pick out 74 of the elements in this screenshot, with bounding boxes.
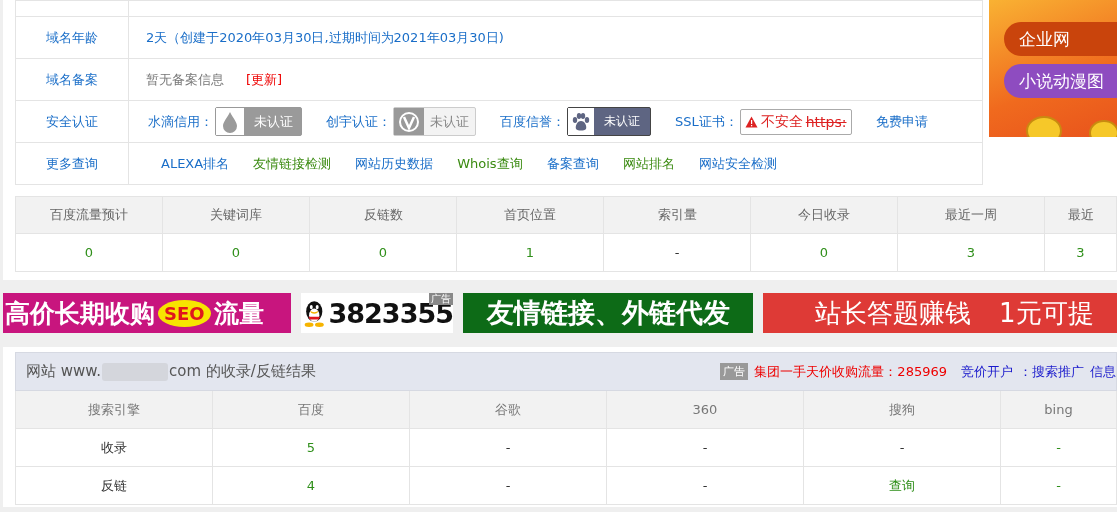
table-cell[interactable]: -: [1001, 467, 1117, 505]
row-label: 域名年龄: [15, 16, 129, 59]
ad-pill: 企业网: [1004, 22, 1117, 56]
row-label: 安全认证: [15, 100, 129, 143]
table-cell: 收录: [16, 429, 213, 467]
ad-banner[interactable]: 高价长期收购 SEO 流量: [3, 293, 291, 333]
column-header: 首页位置: [457, 197, 604, 233]
query-link[interactable]: 网站安全检测: [698, 154, 777, 173]
cert-label: 水滴信用：: [148, 112, 213, 131]
column-header: 今日收录: [751, 197, 898, 233]
cert-badge[interactable]: 未认证: [567, 107, 651, 136]
query-link[interactable]: Whois查询: [457, 154, 523, 173]
column-header: 反链数: [310, 197, 457, 233]
column-header: 谷歌: [410, 391, 607, 429]
column-header: 360: [607, 391, 804, 429]
ad-link[interactable]: ：搜索推广: [1019, 362, 1084, 381]
table-cell[interactable]: 4: [213, 467, 410, 505]
ad-banner[interactable]: 友情链接、外链代发: [463, 293, 753, 333]
table-cell: -: [410, 467, 607, 505]
table-cell[interactable]: 5: [213, 429, 410, 467]
table-cell: -: [410, 429, 607, 467]
ad-tag: 广告: [720, 363, 749, 380]
column-header: 百度: [213, 391, 410, 429]
drop-icon: [222, 110, 238, 133]
cert-badge[interactable]: 未认证: [215, 107, 302, 136]
row-label: 域名备案: [15, 58, 129, 101]
column-header: 关键词库: [163, 197, 310, 233]
ad-pill: 小说动漫图: [1004, 64, 1117, 98]
panel-title: 网站 www.: [26, 362, 101, 381]
query-link[interactable]: ALEXA排名: [161, 154, 230, 173]
row-label: 更多查询: [15, 142, 129, 185]
ad-banner[interactable]: 站长答题赚钱 1元可提: [763, 293, 1117, 333]
refresh-link[interactable]: [更新]: [246, 70, 283, 89]
table-cell[interactable]: -: [1001, 429, 1117, 467]
column-header: 最近: [1045, 197, 1117, 233]
domain-age-text: 2天（创建于2020年03月30日,过期时间为2021年03月30日): [146, 29, 504, 45]
ad-banner[interactable]: 企业网 小说动漫图: [989, 0, 1117, 137]
table-cell: -: [804, 429, 1001, 467]
query-link[interactable]: 备案查询: [546, 154, 599, 173]
ad-link[interactable]: 竞价开户: [961, 362, 1013, 381]
column-header: 索引量: [604, 197, 751, 233]
table-cell: -: [607, 429, 804, 467]
table-cell: -: [607, 467, 804, 505]
query-link[interactable]: 友情链接检测: [253, 154, 332, 173]
cert-label: SSL证书：: [675, 112, 738, 131]
query-link[interactable]: 网站历史数据: [355, 154, 434, 173]
panel-title: com 的收录/反链结果: [168, 362, 316, 381]
column-header: 搜索引擎: [16, 391, 213, 429]
query-link[interactable]: 网站排名: [622, 154, 675, 173]
v-emblem-icon: [398, 110, 420, 133]
stat-value: -: [604, 233, 751, 271]
stat-value[interactable]: 3: [1045, 233, 1117, 271]
warning-icon: [744, 115, 758, 128]
cert-badge[interactable]: 未认证: [393, 107, 476, 136]
column-header: 搜狗: [804, 391, 1001, 429]
stat-value[interactable]: 0: [16, 233, 163, 271]
ad-link[interactable]: 信息: [1090, 362, 1116, 381]
cert-label: 百度信誉：: [500, 112, 565, 131]
paw-icon: [571, 111, 591, 132]
stat-value[interactable]: 0: [751, 233, 898, 271]
stat-value[interactable]: 3: [898, 233, 1045, 271]
cert-label: 创宇认证：: [326, 112, 391, 131]
stat-value[interactable]: 0: [163, 233, 310, 271]
record-status-text: 暂无备案信息: [146, 70, 224, 89]
ad-link[interactable]: 集团一手天价收购流量：285969: [754, 362, 947, 381]
stat-value[interactable]: 0: [310, 233, 457, 271]
column-header: 最近一周: [898, 197, 1045, 233]
stat-value[interactable]: 1: [457, 233, 604, 271]
column-header: 百度流量预计: [16, 197, 163, 233]
table-cell: 反链: [16, 467, 213, 505]
column-header: bing: [1001, 391, 1117, 429]
table-cell[interactable]: 查询: [804, 467, 1001, 505]
free-apply-link[interactable]: 免费申请: [875, 112, 928, 131]
ssl-badge[interactable]: 不安全 https:: [739, 108, 852, 135]
